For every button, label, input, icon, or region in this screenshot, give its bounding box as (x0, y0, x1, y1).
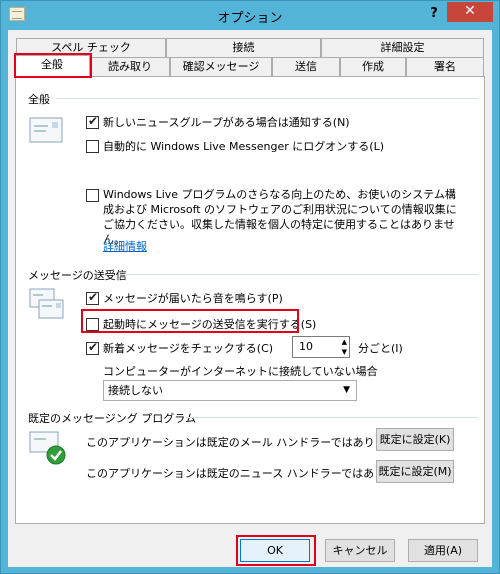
auto-logon-messenger-checkbox[interactable] (86, 140, 99, 153)
mail-handler-status: このアプリケーションは既定のメール ハンドラーではありません。 (86, 436, 419, 449)
auto-logon-messenger-label: 自動的に Windows Live Messenger にログオンする(L) (103, 140, 384, 153)
send-receive-section-title: メッセージの送受信 (28, 269, 127, 282)
cancel-button[interactable]: キャンセル (325, 539, 395, 562)
not-connected-label: コンピューターがインターネットに接続していない場合 (103, 365, 378, 378)
check-new-messages-checkbox[interactable] (86, 340, 99, 355)
chevron-down-icon: ▼ (343, 385, 350, 395)
tab-compose[interactable]: 作成 (340, 57, 406, 76)
general-section-title: 全般 (28, 93, 50, 106)
tab-connection[interactable]: 接続 (166, 38, 321, 57)
default-program-check-icon (29, 431, 66, 465)
check-interval-value: 10 (299, 340, 313, 353)
tab-send[interactable]: 送信 (272, 57, 340, 76)
notify-newsgroups-label: 新しいニュースグループがある場合は通知する(N) (103, 116, 350, 129)
options-dialog: オプション ? ✕ スペル チェック 接続 詳細設定 全般 読み取り 確認メッセ… (0, 0, 500, 574)
check-interval-unit: 分ごと(I) (358, 342, 403, 355)
general-tab-panel: 全般 新しいニュースグループがある場合は通知する(N) 自動的に Windows… (15, 76, 485, 524)
send-receive-startup-label: 起動時にメッセージの送受信を実行する(S) (103, 318, 317, 331)
send-receive-startup-checkbox[interactable] (86, 318, 99, 331)
play-sound-label: メッセージが届いたら音を鳴らす(P) (103, 292, 283, 305)
not-connected-selected: 接続しない (108, 384, 163, 397)
tab-signatures[interactable]: 署名 (406, 57, 484, 76)
tab-advanced[interactable]: 詳細設定 (321, 38, 484, 57)
newsgroup-envelope-icon (29, 117, 63, 143)
default-programs-section-divider (186, 417, 478, 418)
general-section-divider (56, 98, 478, 99)
details-link[interactable]: 詳細情報 (103, 239, 147, 254)
set-default-mail-button[interactable]: 既定に設定(K) (376, 428, 454, 451)
tab-receipts[interactable]: 確認メッセージ (170, 57, 272, 76)
title-bar[interactable]: オプション ? ✕ (1, 1, 499, 29)
send-receive-section-divider (120, 274, 478, 275)
send-receive-envelopes-icon (29, 288, 64, 319)
default-programs-section-title: 既定のメッセージング プログラム (28, 412, 196, 425)
spinner-down-icon[interactable]: ▼ (342, 347, 347, 357)
set-default-news-button[interactable]: 既定に設定(M) (376, 460, 454, 483)
improvement-program-checkbox[interactable] (86, 189, 99, 202)
ok-button[interactable]: OK (240, 539, 310, 562)
close-icon: ✕ (464, 3, 476, 19)
improvement-program-label: Windows Live プログラムのさらなる向上のため、お使いのシステム構成お… (103, 188, 457, 246)
notify-newsgroups-checkbox[interactable] (86, 114, 99, 129)
not-connected-dropdown[interactable]: 接続しない ▼ (103, 380, 357, 401)
dialog-client: スペル チェック 接続 詳細設定 全般 読み取り 確認メッセージ 送信 作成 署… (8, 30, 492, 567)
play-sound-checkbox[interactable] (86, 290, 99, 305)
tab-read[interactable]: 読み取り (90, 57, 170, 76)
apply-button[interactable]: 適用(A) (408, 539, 478, 562)
check-interval-spinner[interactable]: 10 ▲ ▼ (292, 336, 350, 358)
close-button[interactable]: ✕ (447, 2, 493, 22)
tab-general[interactable]: 全般 (14, 55, 90, 76)
spinner-up-icon[interactable]: ▲ (342, 337, 347, 347)
check-new-messages-label: 新着メッセージをチェックする(C) (103, 342, 274, 355)
help-button[interactable]: ? (425, 5, 443, 23)
